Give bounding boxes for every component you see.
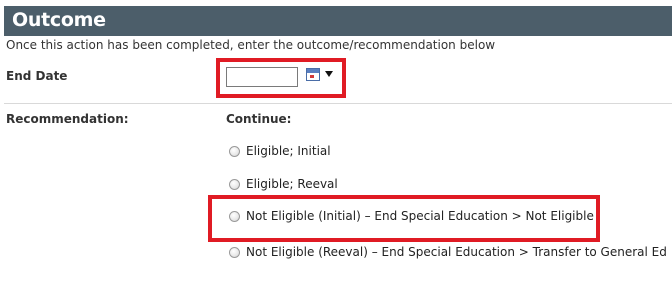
date-picker-button[interactable] [306,67,336,83]
section-title: Outcome [12,9,106,31]
radio-button[interactable] [229,146,240,157]
end-date-label: End Date [6,69,68,83]
option-label: Not Eligible (Reeval) – End Special Educ… [246,245,667,259]
continue-label: Continue: [226,112,292,126]
chevron-down-icon [325,71,333,77]
section-header: Outcome [4,6,672,36]
section-instructions: Once this action has been completed, ent… [6,38,496,52]
option-label: Not Eligible (Initial) – End Special Edu… [246,209,594,223]
radio-button[interactable] [229,211,240,222]
option-label: Eligible; Initial [246,144,331,158]
calendar-icon [306,68,320,81]
radio-button[interactable] [229,247,240,258]
divider [4,103,672,104]
end-date-input[interactable] [226,67,298,87]
radio-button[interactable] [229,179,240,190]
recommendation-label: Recommendation: [6,112,129,126]
option-label: Eligible; Reeval [246,177,338,191]
